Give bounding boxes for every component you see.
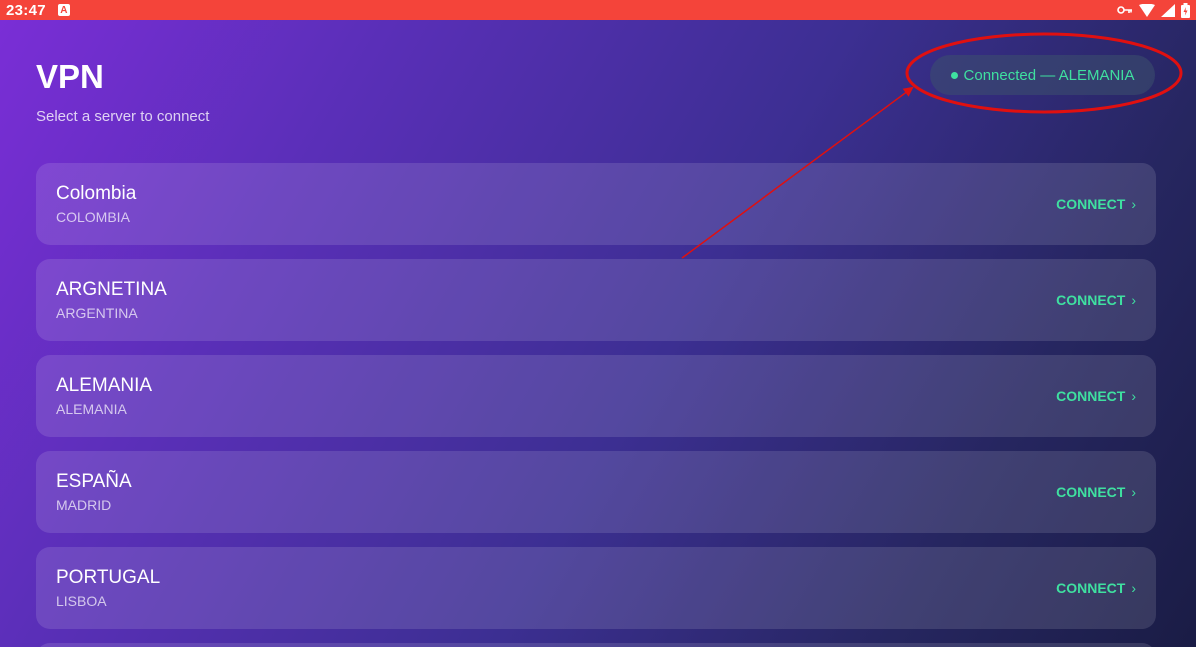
connection-status-label: Connected — ALEMANIA xyxy=(963,66,1135,84)
connect-label: CONNECT xyxy=(1056,388,1126,404)
connect-label: CONNECT xyxy=(1056,484,1126,500)
status-dot-icon xyxy=(950,71,958,79)
server-list: Colombia COLOMBIA CONNECT › ARGNETINA AR… xyxy=(36,163,1156,643)
connection-status-badge: Connected — ALEMANIA xyxy=(930,55,1155,95)
server-info: PORTUGAL LISBOA xyxy=(56,567,160,609)
server-name: ALEMANIA xyxy=(56,375,153,396)
server-name: ESPAÑA xyxy=(56,471,132,492)
chevron-right-icon: › xyxy=(1131,484,1136,500)
system-status-bar: 23:47 A xyxy=(0,0,1196,20)
server-name: ARGNETINA xyxy=(56,279,167,300)
wifi-icon xyxy=(1139,3,1155,17)
server-card-portugal[interactable]: PORTUGAL LISBOA CONNECT › xyxy=(36,547,1156,629)
server-card-colombia[interactable]: Colombia COLOMBIA CONNECT › xyxy=(36,163,1156,245)
vpn-screen: VPN Select a server to connect Connected… xyxy=(0,20,1196,647)
connect-button[interactable]: CONNECT › xyxy=(1056,484,1136,500)
vpn-key-icon xyxy=(1117,4,1133,16)
server-card-espana[interactable]: ESPAÑA MADRID CONNECT › xyxy=(36,451,1156,533)
server-location: MADRID xyxy=(56,497,112,513)
connect-button[interactable]: CONNECT › xyxy=(1056,292,1136,308)
server-card-alemania[interactable]: ALEMANIA ALEMANIA CONNECT › xyxy=(36,355,1156,437)
connect-button[interactable]: CONNECT › xyxy=(1056,388,1136,404)
connect-button[interactable]: CONNECT › xyxy=(1056,196,1136,212)
page-subtitle: Select a server to connect xyxy=(36,108,210,125)
server-location: COLOMBIA xyxy=(56,209,130,225)
server-info: ALEMANIA ALEMANIA xyxy=(56,375,152,417)
signal-icon xyxy=(1161,3,1175,17)
status-time: 23:47 xyxy=(6,1,46,19)
connect-label: CONNECT xyxy=(1056,580,1126,596)
server-info: ESPAÑA MADRID xyxy=(56,471,132,513)
server-card-argentina[interactable]: ARGNETINA ARGENTINA CONNECT › xyxy=(36,259,1156,341)
server-location: ALEMANIA xyxy=(56,401,127,417)
chevron-right-icon: › xyxy=(1131,388,1136,404)
server-name: Colombia xyxy=(56,183,137,204)
battery-icon xyxy=(1181,2,1190,18)
server-location: LISBOA xyxy=(56,593,107,609)
connect-label: CONNECT xyxy=(1056,292,1126,308)
server-location: ARGENTINA xyxy=(56,305,138,321)
notification-a-icon: A xyxy=(57,4,70,16)
server-card-partial[interactable] xyxy=(36,643,1156,647)
server-info: Colombia COLOMBIA xyxy=(56,183,136,225)
page-title: VPN xyxy=(36,58,104,95)
chevron-right-icon: › xyxy=(1131,196,1136,212)
chevron-right-icon: › xyxy=(1131,292,1136,308)
connect-button[interactable]: CONNECT › xyxy=(1056,580,1136,596)
server-name: PORTUGAL xyxy=(56,567,161,588)
server-info: ARGNETINA ARGENTINA xyxy=(56,279,167,321)
connect-label: CONNECT xyxy=(1056,196,1126,212)
chevron-right-icon: › xyxy=(1131,580,1136,596)
